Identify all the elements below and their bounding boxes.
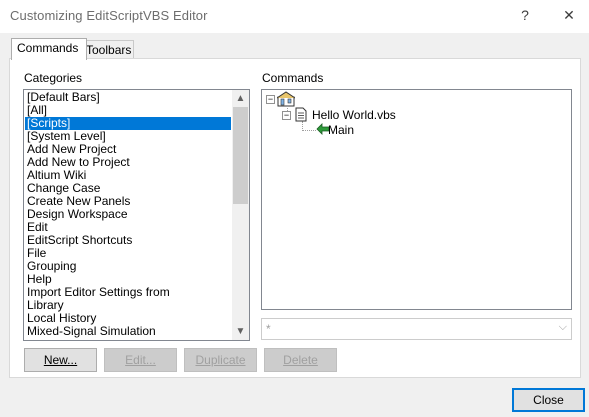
new-button-label: New... [43, 353, 78, 367]
tree-item-procedure[interactable]: Main [328, 123, 354, 137]
scroll-thumb[interactable] [233, 107, 248, 204]
file-collapse-icon[interactable]: − [282, 111, 291, 120]
close-window-button[interactable]: ✕ [557, 4, 581, 26]
delete-button[interactable]: Delete [264, 348, 337, 372]
list-item[interactable]: [Default Bars] [25, 91, 231, 104]
close-button[interactable]: Close [512, 388, 585, 412]
scripts-root-icon [277, 91, 295, 107]
categories-label: Categories [24, 71, 83, 85]
tab-commands-label: Commands [17, 41, 79, 55]
tree-item-file[interactable]: Hello World.vbs [312, 108, 396, 122]
scroll-up-icon[interactable]: ▲ [232, 90, 249, 107]
tree-line [302, 130, 316, 131]
categories-items: [Default Bars] [All] [Scripts] [System Leve… [25, 91, 231, 338]
tab-toolbars[interactable]: Toolbars [80, 40, 134, 59]
delete-button-label: Delete [283, 353, 318, 367]
scroll-down-icon[interactable]: ▼ [232, 323, 249, 340]
list-item[interactable]: EditScript Shortcuts [25, 234, 231, 247]
commands-tree[interactable]: − − Hello World.vbs Main [261, 89, 572, 310]
title-bar: Customizing EditScriptVBS Editor ? ✕ [0, 0, 589, 33]
tab-commands[interactable]: Commands [11, 38, 87, 60]
list-item[interactable]: Mixed-Signal Simulation [25, 325, 231, 338]
chevron-down-icon: ⌵ [558, 321, 567, 333]
categories-scrollbar[interactable]: ▲ ▼ [232, 90, 249, 340]
list-item[interactable]: Grouping [25, 260, 231, 273]
help-button[interactable]: ? [513, 4, 537, 26]
duplicate-button[interactable]: Duplicate [184, 348, 257, 372]
window-title: Customizing EditScriptVBS Editor [10, 8, 208, 23]
tab-toolbars-label: Toolbars [86, 43, 132, 57]
duplicate-button-label: Duplicate [195, 353, 246, 367]
root-collapse-icon[interactable]: − [266, 95, 275, 104]
close-button-label: Close [533, 393, 564, 407]
script-file-icon [295, 107, 307, 122]
command-filter-combo: * ⌵ [261, 318, 572, 340]
edit-button-label: Edit... [125, 353, 156, 367]
categories-list[interactable]: [Default Bars] [All] [Scripts] [System Leve… [23, 89, 250, 341]
list-item[interactable]: Design Workspace [25, 208, 231, 221]
combo-value: * [266, 322, 271, 336]
new-button[interactable]: New... [24, 348, 97, 372]
commands-label: Commands [262, 71, 324, 85]
edit-button[interactable]: Edit... [104, 348, 177, 372]
